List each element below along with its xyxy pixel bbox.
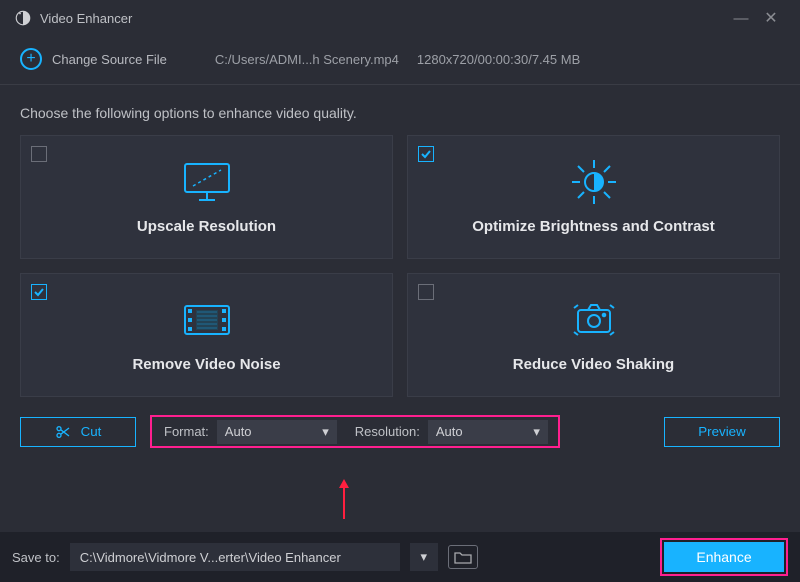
resolution-select[interactable]: Auto ▾ — [428, 420, 548, 444]
folder-icon — [454, 550, 472, 564]
source-row: + Change Source File C:/Users/ADMI...h S… — [0, 36, 800, 85]
resolution-label: Resolution: — [345, 424, 428, 439]
preview-label: Preview — [698, 424, 745, 439]
chevron-down-icon: ▾ — [420, 549, 427, 565]
option-remove-noise[interactable]: Remove Video Noise — [20, 273, 393, 397]
resolution-value: Auto — [436, 424, 463, 439]
format-label: Format: — [154, 424, 217, 439]
save-to-label: Save to: — [12, 550, 60, 565]
format-resolution-group: Format: Auto ▾ Resolution: Auto ▾ — [150, 415, 560, 448]
annotation-arrow-up — [343, 487, 345, 519]
brightness-icon — [568, 160, 620, 204]
close-button[interactable]: ✕ — [756, 8, 786, 28]
enhance-label: Enhance — [696, 549, 751, 565]
save-bar: Save to: C:\Vidmore\Vidmore V...erter\Vi… — [0, 532, 800, 582]
checkbox-optimize[interactable] — [418, 146, 434, 162]
enhance-button[interactable]: Enhance — [664, 542, 784, 572]
plus-icon: + — [20, 48, 42, 70]
option-label: Remove Video Noise — [132, 356, 280, 373]
save-path-dropdown[interactable]: ▾ — [410, 543, 438, 571]
preview-button[interactable]: Preview — [664, 417, 780, 447]
controls-row: Cut Format: Auto ▾ Resolution: Auto ▾ Pr… — [0, 397, 800, 448]
enhance-highlight: Enhance — [660, 538, 788, 576]
format-select[interactable]: Auto ▾ — [217, 420, 337, 444]
cut-label: Cut — [81, 424, 102, 439]
checkbox-deshake[interactable] — [418, 284, 434, 300]
cut-button[interactable]: Cut — [20, 417, 136, 447]
instruction-text: Choose the following options to enhance … — [0, 85, 800, 135]
option-optimize-brightness[interactable]: Optimize Brightness and Contrast — [407, 135, 780, 259]
option-label: Reduce Video Shaking — [513, 356, 674, 373]
app-title: Video Enhancer — [40, 11, 726, 26]
save-path-value: C:\Vidmore\Vidmore V...erter\Video Enhan… — [80, 550, 341, 565]
source-meta: 1280x720/00:00:30/7.45 MB — [417, 52, 580, 67]
option-upscale-resolution[interactable]: Upscale Resolution — [20, 135, 393, 259]
checkbox-denoise[interactable] — [31, 284, 47, 300]
save-path-field[interactable]: C:\Vidmore\Vidmore V...erter\Video Enhan… — [70, 543, 400, 571]
change-source-label: Change Source File — [52, 52, 167, 67]
change-source-button[interactable]: + Change Source File — [20, 48, 167, 70]
browse-folder-button[interactable] — [448, 545, 478, 569]
option-label: Upscale Resolution — [137, 218, 276, 235]
chevron-down-icon: ▾ — [322, 424, 329, 440]
option-label: Optimize Brightness and Contrast — [472, 218, 715, 235]
checkbox-upscale[interactable] — [31, 146, 47, 162]
camera-shake-icon — [564, 298, 624, 342]
options-grid: Upscale Resolution Optimize Brightness a… — [0, 135, 800, 397]
minimize-button[interactable]: — — [726, 10, 756, 27]
monitor-icon — [179, 160, 235, 204]
source-path: C:/Users/ADMI...h Scenery.mp4 — [215, 52, 399, 67]
scissors-icon — [55, 424, 71, 440]
film-icon — [181, 298, 233, 342]
app-icon — [14, 9, 32, 27]
format-value: Auto — [225, 424, 252, 439]
option-reduce-shaking[interactable]: Reduce Video Shaking — [407, 273, 780, 397]
chevron-down-icon: ▾ — [533, 424, 540, 440]
title-bar: Video Enhancer — ✕ — [0, 0, 800, 36]
